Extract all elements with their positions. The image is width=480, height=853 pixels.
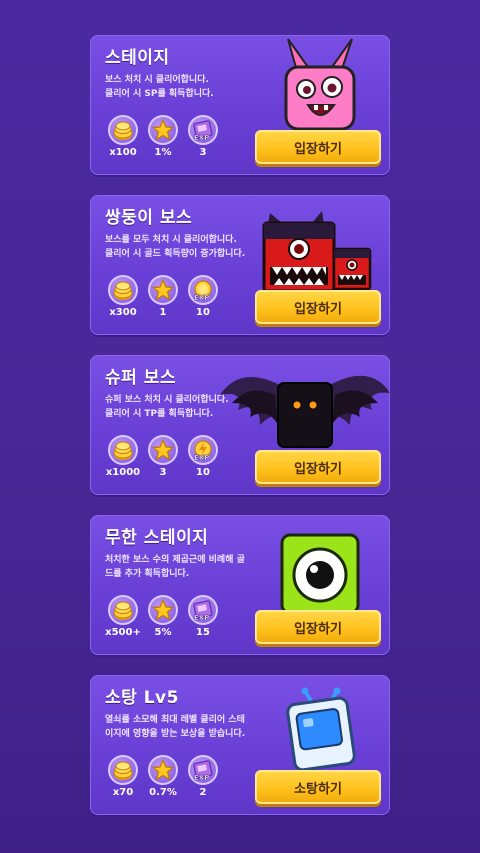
mode-card-infinite-stage: 무한 스테이지 처치한 보스 수의 제곱근에 비례해 골 드를 추가 획득합니다… — [90, 515, 390, 655]
card-description: 보스를 모두 처치 시 클리어합니다. 클리어 시 골드 획득량이 증가합니다. — [105, 235, 246, 259]
reward-exp: 10 — [186, 275, 220, 318]
reward-star: 1 — [146, 275, 180, 318]
dark-winged-boss-icon — [220, 375, 390, 448]
reward-gold: x300 — [106, 275, 140, 318]
mode-card-super-boss: 슈퍼 보스 슈퍼 보스 처치 시 클리어합니다. 클리어 시 TP를 획득합니다… — [90, 355, 390, 495]
gold-coins-icon — [108, 595, 138, 625]
green-cyclops-monster-icon — [280, 533, 360, 615]
reward-star: 1% — [146, 115, 180, 158]
mode-card-stage: 스테이지 보스 처치 시 클리어합니다. 클리어 시 SP를 획득합니다. x1… — [90, 35, 390, 175]
reward-star: 5% — [146, 595, 180, 638]
star-icon — [148, 755, 178, 785]
reward-exp: 10 — [186, 435, 220, 478]
gold-coins-icon — [108, 435, 138, 465]
star-icon — [148, 275, 178, 305]
star-icon — [148, 595, 178, 625]
reward-gold: x70 — [106, 755, 140, 798]
pink-bunny-monster-icon — [284, 38, 356, 131]
reward-list: x500+ 5% 15 — [105, 595, 236, 645]
card-title: 소탕 Lv5 — [105, 688, 179, 708]
card-title: 스테이지 — [105, 48, 170, 68]
reward-list: x70 0.7% 2 — [106, 755, 236, 805]
card-title: 무한 스테이지 — [105, 528, 209, 548]
gold-coins-icon — [108, 275, 138, 305]
reward-exp: 15 — [186, 595, 220, 638]
sweep-button[interactable]: 소탕하기 — [255, 770, 381, 804]
reward-list: x1000 3 10 — [106, 435, 236, 485]
exp-coin-icon — [188, 275, 218, 305]
exp-book-icon — [188, 115, 218, 145]
enter-button[interactable]: 입장하기 — [255, 450, 381, 484]
reward-gold: x500+ — [105, 595, 141, 638]
blue-tv-robot-icon — [286, 687, 356, 772]
reward-gold: x1000 — [106, 435, 140, 478]
enter-button[interactable]: 입장하기 — [255, 130, 381, 164]
gold-coins-icon — [108, 115, 138, 145]
gold-coins-icon — [108, 755, 138, 785]
star-icon — [148, 435, 178, 465]
reward-gold: x100 — [106, 115, 140, 158]
card-title: 쌍둥이 보스 — [105, 208, 193, 228]
card-description: 처치한 보스 수의 제곱근에 비례해 골 드를 추가 획득합니다. — [105, 555, 245, 579]
enter-button[interactable]: 입장하기 — [255, 610, 381, 644]
exp-book-icon — [188, 755, 218, 785]
exp-book-icon — [188, 595, 218, 625]
reward-list: x300 1 10 — [106, 275, 236, 325]
reward-star: 0.7% — [146, 755, 180, 798]
enter-button[interactable]: 입장하기 — [255, 290, 381, 324]
card-description: 열쇠를 소모해 최대 레벨 클리어 스테 이지에 영향을 받는 보상을 받습니다… — [105, 715, 246, 739]
mode-card-twin-boss: 쌍둥이 보스 보스를 모두 처치 시 클리어합니다. 클리어 시 골드 획득량이… — [90, 195, 390, 335]
reward-list: x100 1% 3 — [106, 115, 236, 165]
reward-exp: 3 — [186, 115, 220, 158]
twin-red-boss-icon — [262, 211, 372, 293]
card-title: 슈퍼 보스 — [105, 368, 176, 388]
exp-bolt-icon — [188, 435, 218, 465]
reward-exp: 2 — [186, 755, 220, 798]
mode-card-sweep: 소탕 Lv5 열쇠를 소모해 최대 레벨 클리어 스테 이지에 영향을 받는 보… — [90, 675, 390, 815]
card-description: 보스 처치 시 클리어합니다. 클리어 시 SP를 획득합니다. — [105, 75, 214, 99]
star-icon — [148, 115, 178, 145]
reward-star: 3 — [146, 435, 180, 478]
